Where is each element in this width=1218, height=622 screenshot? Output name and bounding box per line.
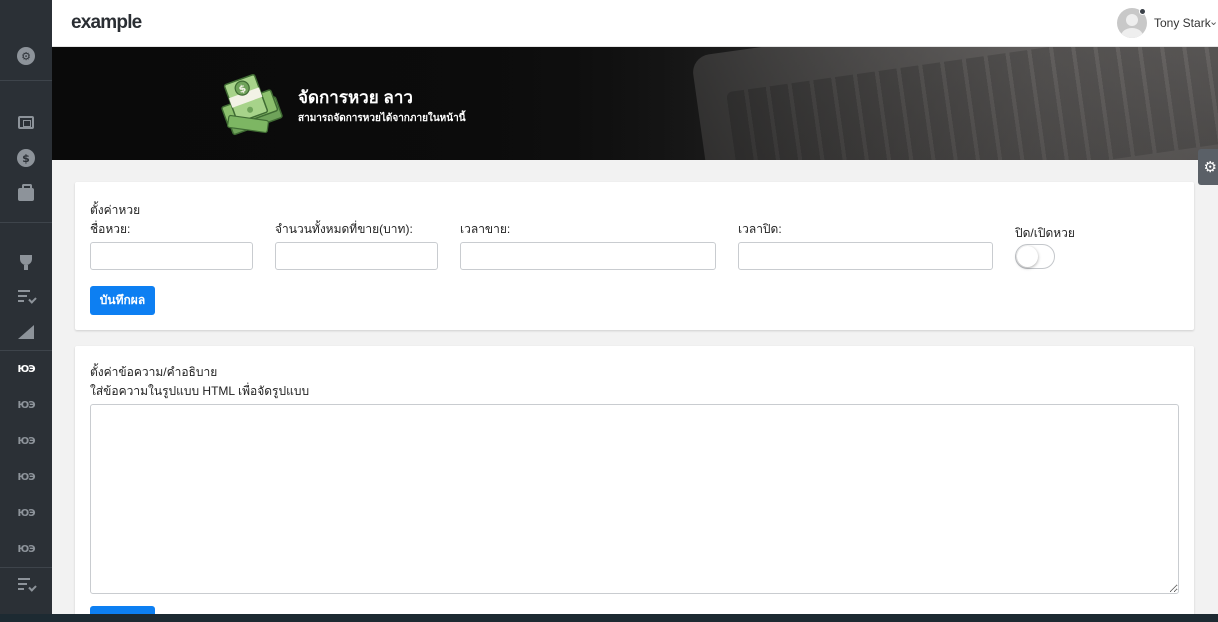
lottery-icon: ЮЭ — [17, 435, 35, 447]
sidebar-item-lottery-5[interactable]: ЮЭ — [0, 495, 52, 531]
close-time-input[interactable] — [738, 242, 993, 270]
sidebar-divider — [0, 80, 52, 81]
money-stack-icon: $ — [221, 74, 283, 136]
html-hint-label: ใส่ข้อความในรูปแบบ HTML เพื่อจัดรูปแบบ — [90, 384, 310, 398]
dollar-icon: $ — [17, 149, 35, 167]
close-time-label: เวลาปิด: — [738, 222, 782, 236]
section-heading: ตั้งค่าข้อความ/คำอธิบาย — [90, 365, 218, 379]
total-amount-label: จำนวนทั้งหมดที่ขาย(บาท): — [275, 222, 413, 236]
sidebar-item-lottery-1[interactable]: ЮЭ — [0, 351, 52, 387]
lottery-name-label: ชื่อหวย: — [90, 222, 131, 236]
checklist-icon — [18, 290, 34, 302]
sidebar-item-checklist-2[interactable] — [0, 566, 52, 602]
section-heading: ตั้งค่าหวย — [90, 203, 141, 217]
save-result-button[interactable]: บันทึกผล — [90, 286, 155, 315]
sidebar-item-tools[interactable] — [0, 314, 52, 350]
lottery-icon: ЮЭ — [17, 363, 35, 375]
lottery-name-input[interactable] — [90, 242, 253, 270]
toggle-knob — [1017, 246, 1038, 267]
wallet-icon — [18, 115, 34, 129]
sidebar-item-lottery-3[interactable]: ЮЭ — [0, 423, 52, 459]
page-subtitle: สามารถจัดการหวยได้จากภายในหน้านี้ — [298, 113, 466, 124]
settings-panel-toggle[interactable]: ⚙ — [1198, 149, 1218, 185]
total-amount-input[interactable] — [275, 242, 438, 270]
sidebar-item-lottery-2[interactable]: ЮЭ — [0, 387, 52, 423]
trophy-icon — [20, 255, 32, 270]
sidebar-item-lottery-6[interactable]: ЮЭ — [0, 531, 52, 567]
checklist-icon — [18, 578, 34, 590]
sell-time-label: เวลาขาย: — [460, 222, 511, 236]
lottery-icon: ЮЭ — [17, 507, 35, 519]
sidebar-item-finance[interactable]: $ — [0, 140, 52, 176]
lottery-icon: ЮЭ — [17, 399, 35, 411]
sell-time-input[interactable] — [460, 242, 716, 270]
sidebar-item-checklist[interactable] — [0, 278, 52, 314]
page-title: จัดการหวย ลาว — [298, 88, 413, 107]
sidebar-item-lottery-4[interactable]: ЮЭ — [0, 459, 52, 495]
lottery-icon: ЮЭ — [17, 471, 35, 483]
settings-icon: ⚙ — [17, 47, 35, 65]
briefcase-icon — [18, 183, 34, 201]
triangle-ruler-icon — [18, 325, 34, 339]
sidebar-item-rewards[interactable] — [0, 242, 52, 278]
sidebar-item-wallet[interactable] — [0, 104, 52, 140]
sidebar-item-settings[interactable]: ⚙ — [0, 38, 52, 74]
lottery-open-toggle[interactable] — [1015, 244, 1055, 269]
user-name[interactable]: Tony Stark — [1154, 16, 1211, 30]
sidebar-divider — [0, 222, 52, 223]
chevron-down-icon[interactable]: ⌄ — [1209, 15, 1218, 28]
top-navbar: example Tony Stark ⌄ — [52, 0, 1218, 47]
page-banner: $ จัดการหวย ลาว สามารถจัดการหวยได้จากภาย… — [52, 47, 1218, 160]
brand-logo[interactable]: example — [71, 12, 142, 34]
description-textarea[interactable] — [90, 404, 1179, 594]
gear-icon: ⚙ — [1203, 158, 1217, 176]
lottery-settings-card: ตั้งค่าหวย ชื่อหวย: จำนวนทั้งหมดที่ขาย(บ… — [75, 182, 1194, 330]
toggle-label: ปิด/เปิดหวย — [1015, 226, 1075, 240]
sidebar-item-briefcase[interactable] — [0, 176, 52, 212]
bottom-bar — [0, 614, 1218, 622]
status-dot — [1139, 8, 1146, 15]
description-settings-card: ตั้งค่าข้อความ/คำอธิบาย ใส่ข้อความในรูปแ… — [75, 346, 1194, 622]
sidebar: ⚙ $ ЮЭ ЮЭ ЮЭ ЮЭ ЮЭ ЮЭ — [0, 0, 52, 622]
lottery-icon: ЮЭ — [17, 543, 35, 555]
